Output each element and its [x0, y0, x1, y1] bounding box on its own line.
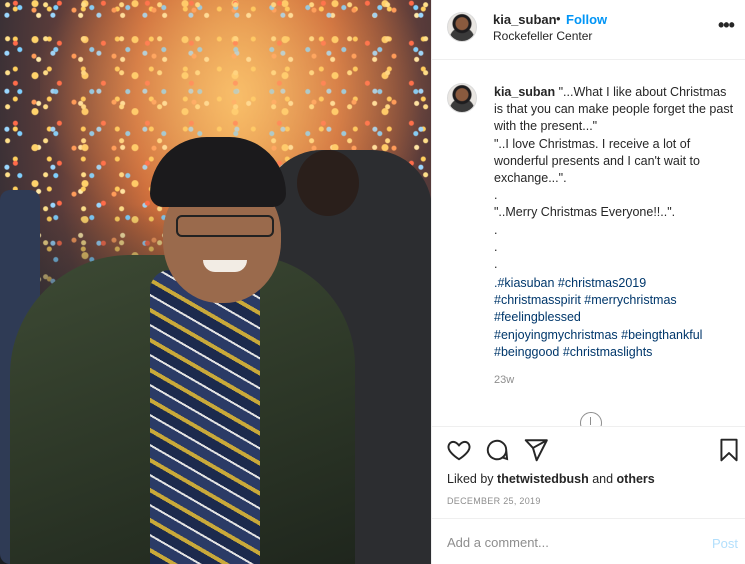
post-date[interactable]: DECEMBER 25, 2019: [447, 496, 541, 506]
hashtag-line[interactable]: #christmasspirit #merrychristmas: [494, 292, 734, 309]
hashtag-line[interactable]: #enjoyingmychristmas #beingthankful: [494, 327, 734, 344]
more-icon[interactable]: •••: [718, 15, 735, 36]
liked-by-prefix: Liked by: [447, 472, 494, 486]
comment-icon[interactable]: [484, 437, 510, 463]
post-username[interactable]: kia_suban: [493, 12, 557, 27]
man-smile: [203, 260, 247, 272]
background-person-head: [297, 150, 359, 216]
liked-by-user[interactable]: thetwistedbush: [497, 472, 589, 486]
bookmark-icon[interactable]: [716, 437, 742, 463]
liked-by-and: and: [592, 472, 614, 486]
post-comment-button[interactable]: Post: [712, 536, 738, 551]
caption-line: "..Merry Christmas Everyone!!..".: [494, 205, 676, 220]
likes-summary: Liked by thetwistedbush and others: [447, 472, 655, 486]
heart-icon[interactable]: [446, 437, 472, 463]
avatar[interactable]: [447, 12, 477, 42]
share-icon[interactable]: [523, 437, 549, 463]
hashtag-line[interactable]: #feelingblessed: [494, 309, 734, 326]
man-glasses: [176, 215, 274, 237]
post-header: kia_suban • Follow Rockefeller Center ••…: [432, 0, 745, 60]
hashtag-line[interactable]: #beinggood #christmaslights: [494, 344, 734, 361]
caption-line: .: [494, 239, 498, 254]
post-photo[interactable]: [0, 0, 431, 564]
comment-bar: Post: [432, 518, 745, 564]
separator-dot: •: [556, 11, 561, 26]
hashtag-list: .#kiasuban #christmas2019 #christmasspir…: [494, 275, 734, 361]
caption-line: "..I love Christmas. I receive a lot of …: [494, 136, 704, 186]
caption-line: .: [494, 257, 498, 272]
post-location[interactable]: Rockefeller Center: [493, 29, 592, 43]
post-actions: Liked by thetwistedbush and others DECEM…: [432, 426, 745, 526]
liked-by-others[interactable]: others: [617, 472, 655, 486]
caption-line: .: [494, 222, 498, 237]
caption-text: kia_suban "...What I like about Christma…: [494, 84, 734, 273]
man-scarf: [150, 270, 260, 564]
loading-icon[interactable]: [580, 412, 602, 426]
follow-button[interactable]: Follow: [566, 12, 607, 27]
caption-time[interactable]: 23w: [494, 374, 514, 386]
post-side-panel: kia_suban • Follow Rockefeller Center ••…: [431, 0, 745, 564]
caption-username[interactable]: kia_suban: [494, 85, 555, 99]
hashtag-line[interactable]: .#kiasuban #christmas2019: [494, 275, 734, 292]
caption-line: .: [494, 188, 498, 203]
caption-avatar[interactable]: [447, 83, 477, 113]
caption-area: kia_suban "...What I like about Christma…: [432, 60, 745, 426]
comment-input[interactable]: [447, 535, 677, 550]
